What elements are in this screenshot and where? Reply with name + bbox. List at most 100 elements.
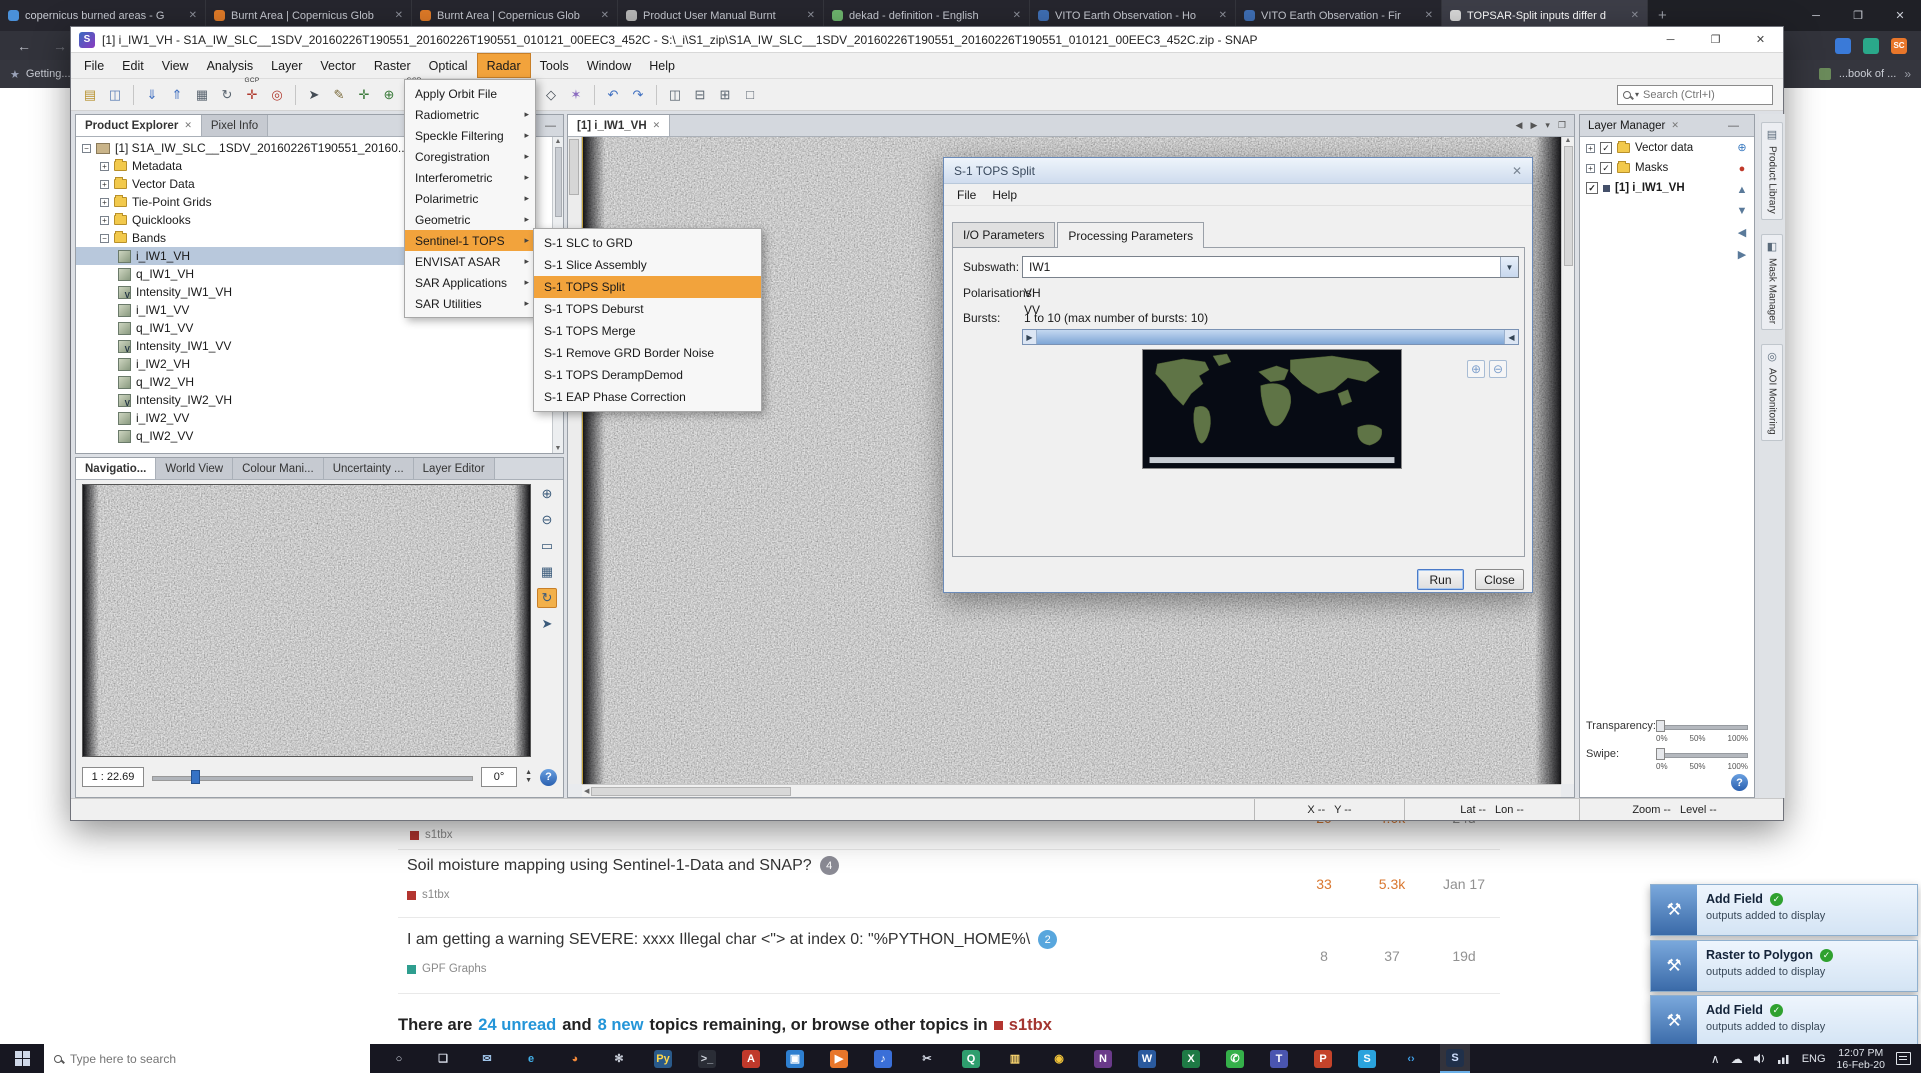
band-row[interactable]: q_IW2_VV	[76, 427, 552, 445]
bookmark-item[interactable]: Getting...	[26, 68, 71, 80]
selection-tool-icon[interactable]: ➤	[303, 84, 325, 106]
edge-icon[interactable]: e	[516, 1044, 546, 1073]
menu-item[interactable]: Vector	[311, 53, 364, 78]
open-product-icon[interactable]: ▤	[79, 84, 101, 106]
skype-icon[interactable]: S	[1352, 1044, 1382, 1073]
scroll-down-icon[interactable]: ▼	[555, 445, 562, 452]
tab-close-icon[interactable]: ✕	[1425, 10, 1433, 21]
bookmarks-overflow-icon[interactable]: »	[1904, 67, 1911, 81]
band-row[interactable]: Intensity_IW2_VH	[76, 391, 552, 409]
polarisation-option[interactable]: VH	[1024, 286, 1041, 300]
band-row[interactable]: i_IW2_VH	[76, 355, 552, 373]
zoom-tool-icon[interactable]: ⊕	[378, 84, 400, 106]
topic-category[interactable]: GPF Graphs	[407, 963, 487, 975]
tops-submenu-item[interactable]: S-1 Slice Assembly	[534, 254, 761, 276]
tab-pixel-info[interactable]: Pixel Info	[202, 115, 268, 136]
slider-thumb[interactable]	[1656, 720, 1665, 732]
view-control-icon[interactable]: ▶	[1530, 120, 1537, 131]
radar-menu-item[interactable]: Interferometric	[405, 167, 535, 188]
slider-thumb[interactable]	[1656, 748, 1665, 760]
onenote-icon[interactable]: N	[1088, 1044, 1118, 1073]
band-row[interactable]: Intensity_IW1_VV	[76, 337, 552, 355]
layer-row[interactable]: + ✓ Vector data	[1580, 139, 1754, 157]
terminal-icon[interactable]: >_	[692, 1044, 722, 1073]
open-layer-editor-icon[interactable]: ⊕	[1737, 141, 1746, 154]
polygon-tool-icon[interactable]: ◇	[540, 84, 562, 106]
topic-activity[interactable]: Jan 17	[1436, 876, 1492, 892]
move-layer-right-icon[interactable]: ▶	[1738, 248, 1746, 261]
zoom-ratio-field[interactable]: 1 : 22.69	[82, 767, 144, 787]
band-row[interactable]: q_IW2_VH	[76, 373, 552, 391]
teams-icon[interactable]: T	[1264, 1044, 1294, 1073]
expand-icon[interactable]: +	[100, 198, 109, 207]
tops-submenu-item[interactable]: S-1 SLC to GRD	[534, 232, 761, 254]
transparency-slider[interactable]	[1656, 719, 1748, 733]
clock[interactable]: 12:07 PM 16-Feb-20	[1837, 1047, 1885, 1071]
sync-views-icon[interactable]: ↻	[537, 588, 557, 608]
dialog-menu-file[interactable]: File	[950, 188, 983, 202]
zoom-in-icon[interactable]: ⊕	[537, 484, 557, 504]
topic-category[interactable]: s1tbx	[410, 829, 453, 841]
task-view-icon[interactable]: ❏	[428, 1044, 458, 1073]
dialog-menu-help[interactable]: Help	[985, 188, 1024, 202]
help-icon[interactable]: ?	[540, 769, 557, 786]
dialog-close-button[interactable]: Close	[1475, 569, 1524, 590]
tops-submenu-item[interactable]: S-1 TOPS DerampDemod	[534, 364, 761, 386]
navigation-thumbnail[interactable]	[82, 484, 531, 757]
image-view-tab[interactable]: [1] i_IW1_VH✕	[568, 115, 670, 136]
expand-icon[interactable]: +	[100, 180, 109, 189]
vertical-scrollbar[interactable]: ▲	[1561, 137, 1574, 784]
view-control-icon[interactable]: ▾	[1545, 120, 1550, 131]
layer-row[interactable]: + ✓ Masks	[1580, 159, 1754, 177]
band-row[interactable]: q_IW1_VV	[76, 319, 552, 337]
tile-horizontally-icon[interactable]: ◫	[664, 84, 686, 106]
settings-icon[interactable]: ✻	[604, 1044, 634, 1073]
layer-checkbox[interactable]: ✓	[1586, 182, 1598, 194]
action-center-icon[interactable]	[1896, 1052, 1911, 1065]
snipping-tool-icon[interactable]: ✂	[912, 1044, 942, 1073]
tops-submenu-item[interactable]: S-1 TOPS Deburst	[534, 298, 761, 320]
horizontal-scrollbar[interactable]: ◀	[582, 784, 1561, 797]
expand-icon[interactable]: +	[100, 162, 109, 171]
navigation-tab[interactable]: Uncertainty ...	[324, 458, 414, 479]
layer-checkbox[interactable]: ✓	[1600, 142, 1612, 154]
scroll-up-icon[interactable]: ▲	[1565, 137, 1572, 144]
expand-icon[interactable]: +	[1586, 164, 1595, 173]
cortana-icon[interactable]: ○	[384, 1044, 414, 1073]
excel-icon[interactable]: X	[1176, 1044, 1206, 1073]
save-product-icon[interactable]: ◫	[104, 84, 126, 106]
tab-close-icon[interactable]: ✕	[1631, 10, 1639, 21]
run-button[interactable]: Run	[1417, 569, 1464, 590]
export-view-icon[interactable]: ⇑	[166, 84, 188, 106]
media-player-icon[interactable]: ▶	[824, 1044, 854, 1073]
layer-checkbox[interactable]: ✓	[1600, 162, 1612, 174]
photos-icon[interactable]: ▣	[780, 1044, 810, 1073]
groove-icon[interactable]: ♪	[868, 1044, 898, 1073]
dock-tab[interactable]: ◎ AOI Monitoring	[1761, 344, 1783, 441]
firefox-icon[interactable]: ◕	[560, 1044, 590, 1073]
tab-product-explorer[interactable]: Product Explorer✕	[76, 115, 202, 136]
zoom-selection-icon[interactable]: ▭	[537, 536, 557, 556]
pdf-icon[interactable]: A	[736, 1044, 766, 1073]
zoom-out-icon[interactable]: ⊖	[537, 510, 557, 530]
pencil-tool-icon[interactable]: ✎	[328, 84, 350, 106]
tab-close-icon[interactable]: ✕	[1013, 10, 1021, 21]
rotation-stepper[interactable]: ▲▼	[525, 769, 532, 785]
radar-menu-item[interactable]: ENVISAT ASAR	[405, 251, 535, 272]
whatsapp-icon[interactable]: ✆	[1220, 1044, 1250, 1073]
undo-icon[interactable]: ↶	[602, 84, 624, 106]
tile-vertically-icon[interactable]: ⊟	[689, 84, 711, 106]
band-row[interactable]: i_IW2_VV	[76, 409, 552, 427]
snap-title-bar[interactable]: S [1] i_IW1_VH - S1A_IW_SLC__1SDV_201602…	[71, 27, 1783, 53]
tile-single-icon[interactable]: □	[739, 84, 761, 106]
collapse-icon[interactable]: −	[82, 144, 91, 153]
tab-close-icon[interactable]: ✕	[395, 10, 403, 21]
snap-icon[interactable]: S	[1440, 1044, 1470, 1073]
topic-replies[interactable]: 8	[1296, 948, 1352, 964]
radar-menu-item[interactable]: Radiometric	[405, 104, 535, 125]
extension-sc-icon[interactable]: SC	[1891, 38, 1907, 54]
qgis-icon[interactable]: Q	[956, 1044, 986, 1073]
help-icon[interactable]: ?	[1731, 774, 1748, 791]
view-control-icon[interactable]: ❐	[1558, 120, 1566, 131]
menu-item[interactable]: Layer	[262, 53, 311, 78]
